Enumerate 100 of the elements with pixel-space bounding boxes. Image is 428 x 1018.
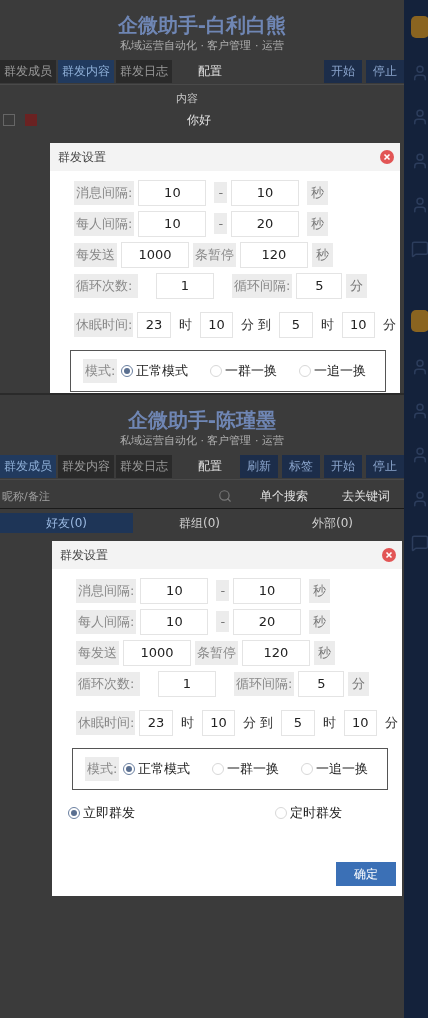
tab[interactable]: 群发内容 — [58, 454, 114, 478]
unit-label: 秒 — [314, 640, 335, 665]
app-title: 企微助手-白利白熊 — [116, 12, 288, 38]
number-field[interactable]: 10 — [199, 311, 234, 338]
unit-label: 分 — [346, 273, 368, 298]
app-title: 企微助手-陈瑾墨 — [126, 407, 278, 433]
field-label: 休眠时间: — [74, 312, 134, 337]
avatar-icon[interactable] — [411, 16, 428, 38]
field-label: 休眠时间: — [76, 710, 136, 735]
config-tab[interactable]: 配置 — [198, 457, 222, 475]
user-icon[interactable] — [411, 358, 428, 376]
field-label: 循环次数: — [74, 273, 138, 298]
table-cell: 你好 — [187, 111, 211, 129]
field-label: 消息间隔: — [74, 180, 135, 205]
user-icon[interactable] — [411, 152, 428, 170]
number-field[interactable]: 10 — [140, 577, 209, 604]
number-field[interactable]: 10 — [201, 709, 236, 736]
unit-label: - — [216, 580, 230, 601]
radio-option[interactable]: 正常模式 — [121, 362, 189, 380]
user-icon[interactable] — [411, 402, 428, 420]
tab[interactable]: 群发成员 — [0, 454, 56, 478]
unit-label: 分 — [384, 713, 399, 732]
tab[interactable]: 群发内容 — [58, 59, 114, 83]
number-field[interactable]: 20 — [233, 608, 302, 635]
user-icon[interactable] — [411, 446, 428, 464]
tab[interactable]: 群发日志 — [116, 454, 172, 478]
user-icon[interactable] — [411, 108, 428, 126]
unit-label: 分 到 — [240, 315, 273, 334]
radio-option[interactable]: 一群一换 — [212, 760, 280, 778]
sub-tab[interactable]: 好友(0) — [0, 513, 133, 533]
toolbar-button[interactable]: 标签 — [282, 454, 320, 478]
number-field[interactable]: 10 — [138, 179, 207, 206]
number-field[interactable]: 1 — [158, 670, 216, 697]
field-label: 条暂停 — [195, 640, 238, 665]
unit-label: 秒 — [312, 242, 333, 267]
number-field[interactable]: 5 — [279, 311, 313, 338]
user-icon[interactable] — [411, 64, 428, 82]
field-label: 循环间隔: — [232, 273, 293, 298]
number-field[interactable]: 1 — [156, 272, 214, 299]
field-label: 循环间隔: — [234, 671, 295, 696]
number-field[interactable]: 120 — [240, 241, 308, 268]
row-checkbox[interactable] — [3, 114, 15, 126]
radio-option[interactable]: 定时群发 — [275, 804, 342, 822]
field-label: 每发送 — [74, 242, 117, 267]
number-field[interactable]: 10 — [138, 210, 207, 237]
sub-tab[interactable]: 外部(0) — [266, 513, 399, 533]
unit-label: 时 — [319, 315, 335, 334]
number-field[interactable]: 5 — [281, 709, 315, 736]
unit-label: 分 到 — [242, 713, 275, 732]
number-field[interactable]: 10 — [140, 608, 209, 635]
app-subtitle: 私域运营自动化 · 客户管理 · 运营 — [119, 38, 285, 54]
unit-label: 时 — [179, 713, 195, 732]
field-label: 模式: — [83, 359, 118, 383]
number-field[interactable]: 10 — [341, 311, 375, 338]
number-field[interactable]: 23 — [137, 311, 171, 338]
unit-label: 秒 — [307, 211, 329, 236]
radio-option[interactable]: 一群一换 — [210, 362, 278, 380]
field-label: 每人间隔: — [76, 609, 137, 634]
radio-option[interactable]: 一追一换 — [299, 362, 367, 380]
tab[interactable]: 群发成员 — [0, 59, 56, 83]
toolbar-button[interactable]: 开始 — [324, 59, 362, 83]
user-icon[interactable] — [411, 490, 428, 508]
message-icon[interactable] — [411, 240, 428, 258]
number-field[interactable]: 20 — [231, 210, 300, 237]
toolbar-button[interactable]: 刷新 — [240, 454, 278, 478]
number-field[interactable]: 5 — [298, 670, 345, 697]
number-field[interactable]: 5 — [296, 272, 343, 299]
unit-label: 分 — [348, 671, 370, 696]
number-field[interactable]: 1000 — [123, 639, 191, 666]
unit-label: 秒 — [309, 578, 331, 603]
sub-tab[interactable]: 群组(0) — [133, 513, 266, 533]
number-field[interactable]: 120 — [242, 639, 310, 666]
search-action[interactable]: 去关键词 — [342, 487, 390, 505]
radio-option[interactable]: 立即群发 — [68, 804, 135, 822]
search-action[interactable]: 单个搜索 — [260, 487, 308, 505]
search-field[interactable]: 昵称/备注 — [0, 488, 218, 504]
toolbar-button[interactable]: 停止 — [366, 454, 404, 478]
number-field[interactable]: 10 — [231, 179, 300, 206]
search-icon[interactable] — [218, 489, 232, 503]
radio-option[interactable]: 正常模式 — [123, 760, 191, 778]
unit-label: 秒 — [309, 609, 331, 634]
confirm-button[interactable]: 确定 — [336, 862, 396, 886]
config-tab[interactable]: 配置 — [198, 62, 222, 80]
number-field[interactable]: 1000 — [121, 241, 189, 268]
number-field[interactable]: 10 — [343, 709, 377, 736]
close-icon[interactable] — [380, 150, 394, 164]
tab[interactable]: 群发日志 — [116, 59, 172, 83]
unit-label: - — [214, 213, 228, 234]
number-field[interactable]: 10 — [233, 577, 302, 604]
number-field[interactable]: 23 — [139, 709, 173, 736]
close-icon[interactable] — [382, 548, 396, 562]
toolbar-button[interactable]: 停止 — [366, 59, 404, 83]
dialog-title: 群发设置 — [60, 546, 108, 564]
toolbar-button[interactable]: 开始 — [324, 454, 362, 478]
avatar-icon[interactable] — [411, 310, 428, 332]
user-icon[interactable] — [411, 196, 428, 214]
unit-label: 时 — [321, 713, 337, 732]
unit-label: - — [216, 611, 230, 632]
radio-option[interactable]: 一追一换 — [301, 760, 369, 778]
message-icon[interactable] — [411, 534, 428, 552]
